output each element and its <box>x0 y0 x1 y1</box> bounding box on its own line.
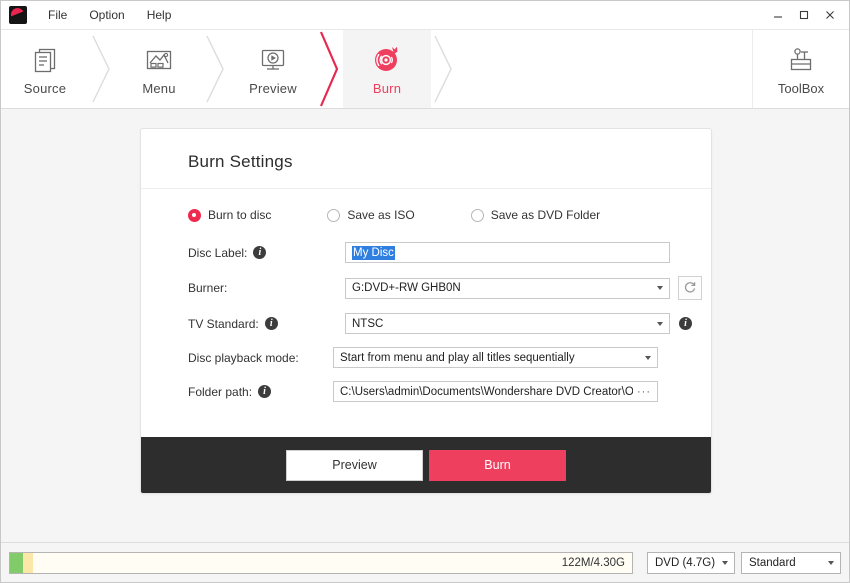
window-controls <box>765 1 849 29</box>
output-mode-radio-group: Burn to disc Save as ISO Save as DVD Fol… <box>141 208 711 222</box>
main-content-area: Burn Settings Burn to disc Save as ISO S… <box>1 109 849 542</box>
playback-mode-label-group: Disc playback mode: <box>188 351 333 365</box>
minimize-icon[interactable] <box>765 2 791 28</box>
browse-folder-button[interactable]: ··· <box>633 386 651 398</box>
burn-settings-card: Burn Settings Burn to disc Save as ISO S… <box>140 128 712 494</box>
title-bar: File Option Help <box>1 1 849 30</box>
radio-indicator <box>471 209 484 222</box>
menu-item-file[interactable]: File <box>37 1 78 29</box>
radio-save-as-iso[interactable]: Save as ISO <box>327 208 414 222</box>
radio-indicator <box>188 209 201 222</box>
preview-button[interactable]: Preview <box>286 450 423 481</box>
chevron-down-icon <box>722 561 728 565</box>
card-action-footer: Preview Burn <box>141 437 711 493</box>
application-window: File Option Help <box>0 0 850 583</box>
app-logo-icon <box>9 6 27 24</box>
nav-tab-label: Burn <box>373 81 401 96</box>
nav-tab-menu[interactable]: Menu <box>115 30 203 108</box>
burner-label: Burner: <box>188 281 227 295</box>
nav-tab-label: Source <box>24 81 66 96</box>
info-icon[interactable]: i <box>253 246 266 259</box>
nav-tab-toolbox[interactable]: ToolBox <box>752 30 849 108</box>
refresh-icon <box>683 280 697 297</box>
source-documents-icon <box>31 43 59 77</box>
playback-mode-label: Disc playback mode: <box>188 351 299 365</box>
capacity-text: 122M/4.30G <box>562 557 625 569</box>
disc-capacity-bar: 122M/4.30G <box>9 552 633 574</box>
field-row-playback-mode: Disc playback mode: Start from menu and … <box>141 347 711 368</box>
info-icon[interactable]: i <box>258 385 271 398</box>
toolbox-label: ToolBox <box>778 81 824 96</box>
radio-label: Save as DVD Folder <box>491 208 600 222</box>
tv-standard-label-group: TV Standard: i <box>188 317 345 331</box>
status-bar: 122M/4.30G DVD (4.7G) Standard <box>1 542 849 582</box>
disc-type-select[interactable]: DVD (4.7G) <box>647 552 735 574</box>
nav-tab-source[interactable]: Source <box>1 30 89 108</box>
maximize-icon[interactable] <box>791 2 817 28</box>
radio-burn-to-disc[interactable]: Burn to disc <box>188 208 271 222</box>
folder-path-value: C:\Users\admin\Documents\Wondershare DVD… <box>340 386 633 398</box>
radio-save-as-dvd-folder[interactable]: Save as DVD Folder <box>471 208 600 222</box>
nav-tab-burn[interactable]: Burn <box>343 30 431 108</box>
folder-path-label: Folder path: <box>188 385 252 399</box>
burner-select[interactable]: G:DVD+-RW GHB0N <box>345 278 670 299</box>
page-title: Burn Settings <box>141 129 711 189</box>
nav-tab-label: Menu <box>142 81 175 96</box>
close-icon[interactable] <box>817 2 843 28</box>
radio-label: Save as ISO <box>347 208 414 222</box>
nav-tab-label: Preview <box>249 81 297 96</box>
menu-bar: File Option Help <box>37 1 182 29</box>
radio-label: Burn to disc <box>208 208 271 222</box>
folder-path-label-group: Folder path: i <box>188 385 333 399</box>
nav-separator-chevron <box>431 30 457 108</box>
quality-select[interactable]: Standard <box>741 552 841 574</box>
field-row-burner: Burner: G:DVD+-RW GHB0N <box>141 276 711 300</box>
disc-label-value: My Disc <box>352 246 395 260</box>
burn-disc-flame-icon <box>370 43 404 77</box>
menu-item-help[interactable]: Help <box>136 1 183 29</box>
radio-indicator <box>327 209 340 222</box>
burn-settings-form: Burn to disc Save as ISO Save as DVD Fol… <box>141 189 711 437</box>
burner-value: G:DVD+-RW GHB0N <box>352 282 461 294</box>
nav-separator-chevron-active <box>317 30 343 108</box>
nav-tabs: Source Menu <box>1 30 457 108</box>
burner-label-group: Burner: <box>188 281 345 295</box>
disc-label-label: Disc Label: <box>188 246 247 260</box>
chevron-down-icon <box>645 356 651 360</box>
nav-separator-chevron <box>203 30 229 108</box>
tv-standard-label: TV Standard: <box>188 317 259 331</box>
nav-tab-preview[interactable]: Preview <box>229 30 317 108</box>
disc-type-value: DVD (4.7G) <box>655 557 715 569</box>
chevron-down-icon <box>657 286 663 290</box>
tv-standard-select[interactable]: NTSC <box>345 313 670 334</box>
info-icon[interactable]: i <box>265 317 278 330</box>
preview-monitor-play-icon <box>258 43 288 77</box>
disc-label-label-group: Disc Label: i <box>188 246 345 260</box>
menu-item-option[interactable]: Option <box>78 1 135 29</box>
field-row-folder-path: Folder path: i C:\Users\admin\Documents\… <box>141 381 711 402</box>
toolbox-icon <box>785 43 817 77</box>
folder-path-input[interactable]: C:\Users\admin\Documents\Wondershare DVD… <box>333 381 658 402</box>
info-icon[interactable]: i <box>679 317 692 330</box>
capacity-used-segment <box>10 553 23 573</box>
chevron-down-icon <box>657 322 663 326</box>
step-navigation-bar: Source Menu <box>1 30 849 109</box>
quality-value: Standard <box>749 557 796 569</box>
chevron-down-icon <box>828 561 834 565</box>
burn-button[interactable]: Burn <box>429 450 566 481</box>
playback-mode-value: Start from menu and play all titles sequ… <box>340 352 575 364</box>
refresh-burner-button[interactable] <box>678 276 702 300</box>
nav-separator-chevron <box>89 30 115 108</box>
playback-mode-select[interactable]: Start from menu and play all titles sequ… <box>333 347 658 368</box>
field-row-disc-label: Disc Label: i My Disc <box>141 242 711 263</box>
disc-label-input[interactable]: My Disc <box>345 242 670 263</box>
field-row-tv-standard: TV Standard: i NTSC i <box>141 313 711 334</box>
tv-standard-value: NTSC <box>352 318 383 330</box>
capacity-overhead-segment <box>23 553 33 573</box>
menu-image-icon <box>144 43 174 77</box>
